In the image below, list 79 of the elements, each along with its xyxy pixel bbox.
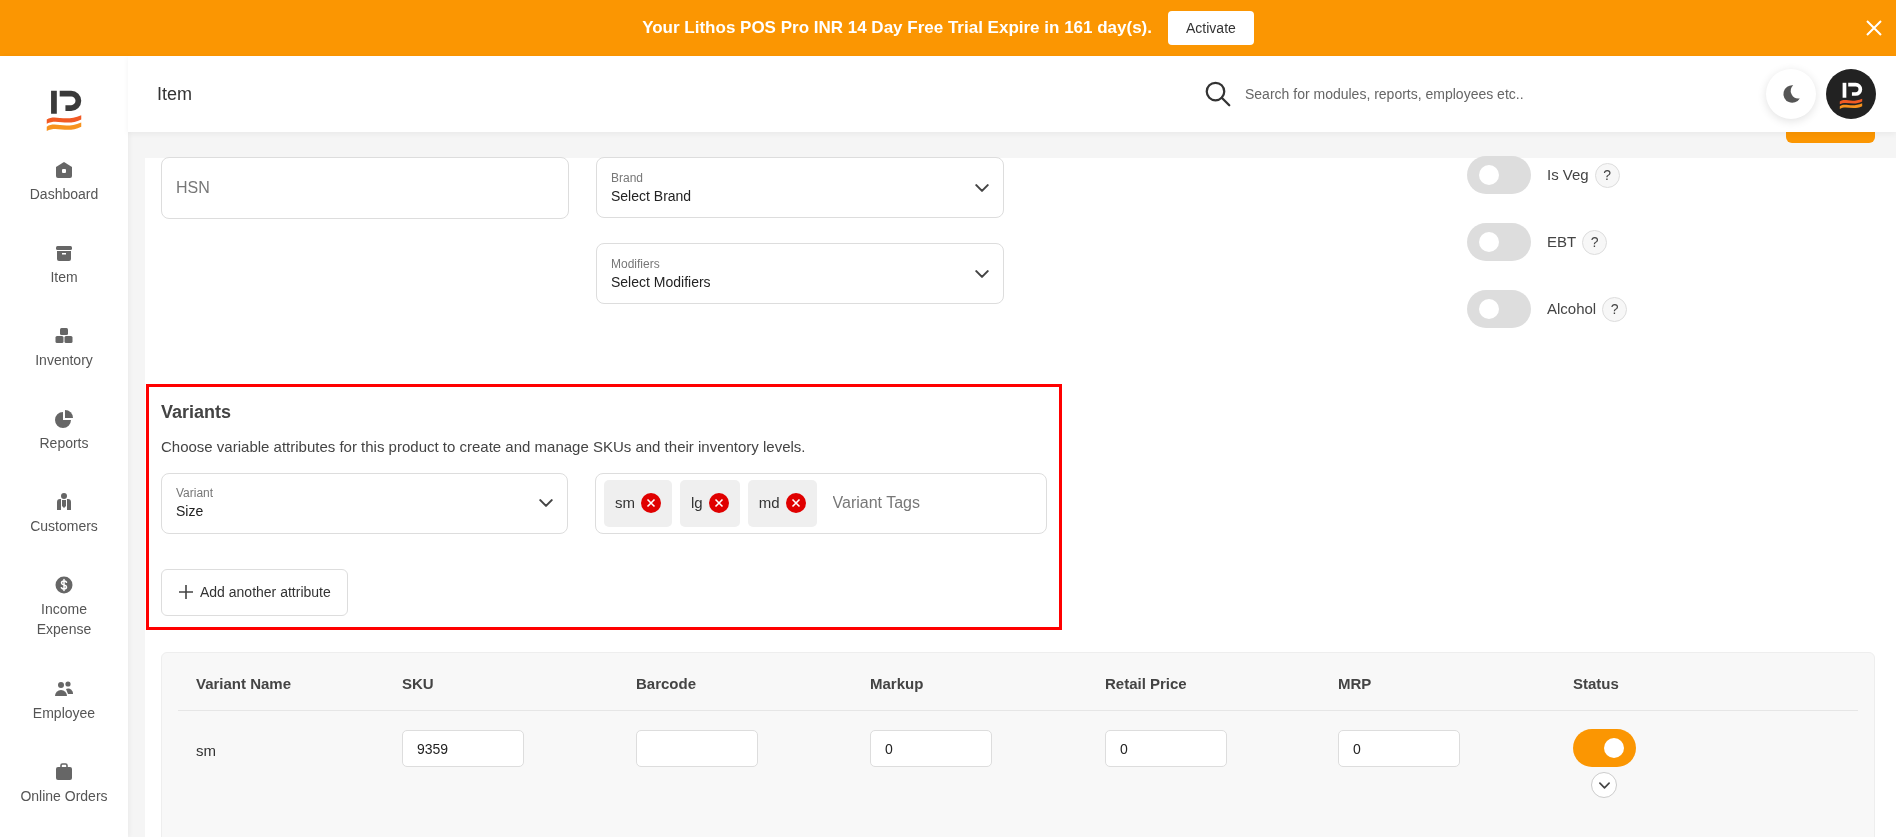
house-icon <box>54 160 74 180</box>
boxes-icon <box>54 326 74 346</box>
dollar-coin-icon <box>54 575 74 595</box>
action-button[interactable] <box>1786 132 1875 143</box>
pie-chart-icon <box>54 409 74 429</box>
column-header: Variant Name <box>196 674 292 694</box>
banner-message: Your Lithos POS Pro INR 14 Day Free Trial Expire in 161 day(s). <box>642 17 1152 40</box>
column-header: Markup <box>870 674 924 694</box>
field-label: Variant <box>176 485 214 501</box>
variant-select[interactable]: Variant Size <box>161 472 568 534</box>
add-attribute-button[interactable]: Add another attribute <box>161 568 348 616</box>
toggle-switch[interactable] <box>1467 156 1531 194</box>
field-label: Brand <box>611 169 645 186</box>
tag-input-field[interactable]: Variant Tags <box>824 491 1038 515</box>
avatar-button[interactable] <box>1826 69 1876 119</box>
help-icon[interactable]: ? <box>1594 162 1620 188</box>
remove-tag-button[interactable] <box>641 493 661 513</box>
tag-text: sm <box>615 492 635 513</box>
sidebar-item[interactable]: Dashboard <box>4 160 124 243</box>
chevron-down-icon <box>1598 781 1610 789</box>
toggle-switch[interactable] <box>1467 290 1531 328</box>
toggle-label: Alcohol <box>1547 298 1597 319</box>
hsn-field[interactable]: HSN <box>161 157 569 219</box>
expand-button[interactable] <box>1591 772 1617 798</box>
table-input-field[interactable]: 0 <box>1338 730 1460 767</box>
help-icon[interactable]: ? <box>1602 296 1628 322</box>
column-header: Retail Price <box>1105 674 1187 694</box>
section-title: Variants <box>161 401 233 424</box>
plus-icon <box>178 584 194 600</box>
column-header: Status <box>1573 674 1619 694</box>
briefcase-icon <box>54 762 74 782</box>
column-header: SKU <box>402 674 434 694</box>
section-description: Choose variable attributes for this product to create and manage SKUs and their inventory levels. <box>161 437 807 457</box>
close-icon <box>713 498 724 508</box>
archive-box-icon <box>54 243 74 263</box>
chevron-down-icon <box>539 499 553 507</box>
table-input-field[interactable] <box>636 730 758 767</box>
table-input-field[interactable]: 0 <box>870 730 992 767</box>
activate-button[interactable]: Activate <box>1168 11 1254 45</box>
column-header: MRP <box>1338 674 1372 694</box>
remove-tag-button[interactable] <box>785 493 806 513</box>
column-header: Barcode <box>636 674 697 694</box>
sidebar-item[interactable]: Inventory <box>4 326 124 409</box>
variant-tags-field[interactable]: sm lg md Variant Tags <box>595 472 1047 534</box>
sidebar-item[interactable]: Online Orders <box>4 762 124 837</box>
page-title: Item <box>157 82 192 106</box>
chevron-down-icon <box>975 269 989 278</box>
user-icon <box>54 492 74 512</box>
theme-toggle-button[interactable] <box>1766 69 1816 119</box>
sidebar-item[interactable]: Income Expense <box>4 575 124 679</box>
brand-select[interactable]: Brand Select Brand <box>596 157 1004 218</box>
field-label: Modifiers <box>611 255 661 272</box>
table-input-field[interactable]: 0 <box>1105 730 1227 767</box>
tag-text: md <box>758 492 780 513</box>
help-icon[interactable]: ? <box>1582 229 1608 255</box>
sidebar-item[interactable]: Employee <box>4 679 124 762</box>
sidebar-item[interactable]: Item <box>4 243 124 326</box>
close-icon <box>1864 18 1884 38</box>
search-field[interactable]: Search for modules, reports, employees etc.. <box>1245 83 1723 105</box>
table-cell-text: sm <box>196 741 216 761</box>
tag-text: lg <box>691 492 703 513</box>
close-icon <box>790 498 801 508</box>
sidebar-item[interactable]: Customers <box>4 492 124 575</box>
status-toggle[interactable] <box>1573 729 1636 767</box>
close-icon <box>646 498 656 508</box>
table-input-field[interactable]: 9359 <box>402 730 524 767</box>
modifiers-select[interactable]: Modifiers Select Modifiers <box>596 243 1004 304</box>
search-icon <box>1203 79 1233 109</box>
toggle-label: EBT <box>1547 231 1577 252</box>
remove-tag-button[interactable] <box>708 493 729 513</box>
field-value: Size <box>176 502 205 521</box>
chevron-down-icon <box>975 183 989 192</box>
field-value: Select Brand <box>611 186 692 206</box>
toggle-label: Is Veg <box>1547 164 1589 185</box>
field-value: Select Modifiers <box>611 272 711 292</box>
sidebar-item[interactable]: Reports <box>4 409 124 492</box>
users-icon <box>54 679 74 699</box>
toggle-switch[interactable] <box>1467 223 1531 261</box>
moon-icon <box>1780 83 1802 105</box>
